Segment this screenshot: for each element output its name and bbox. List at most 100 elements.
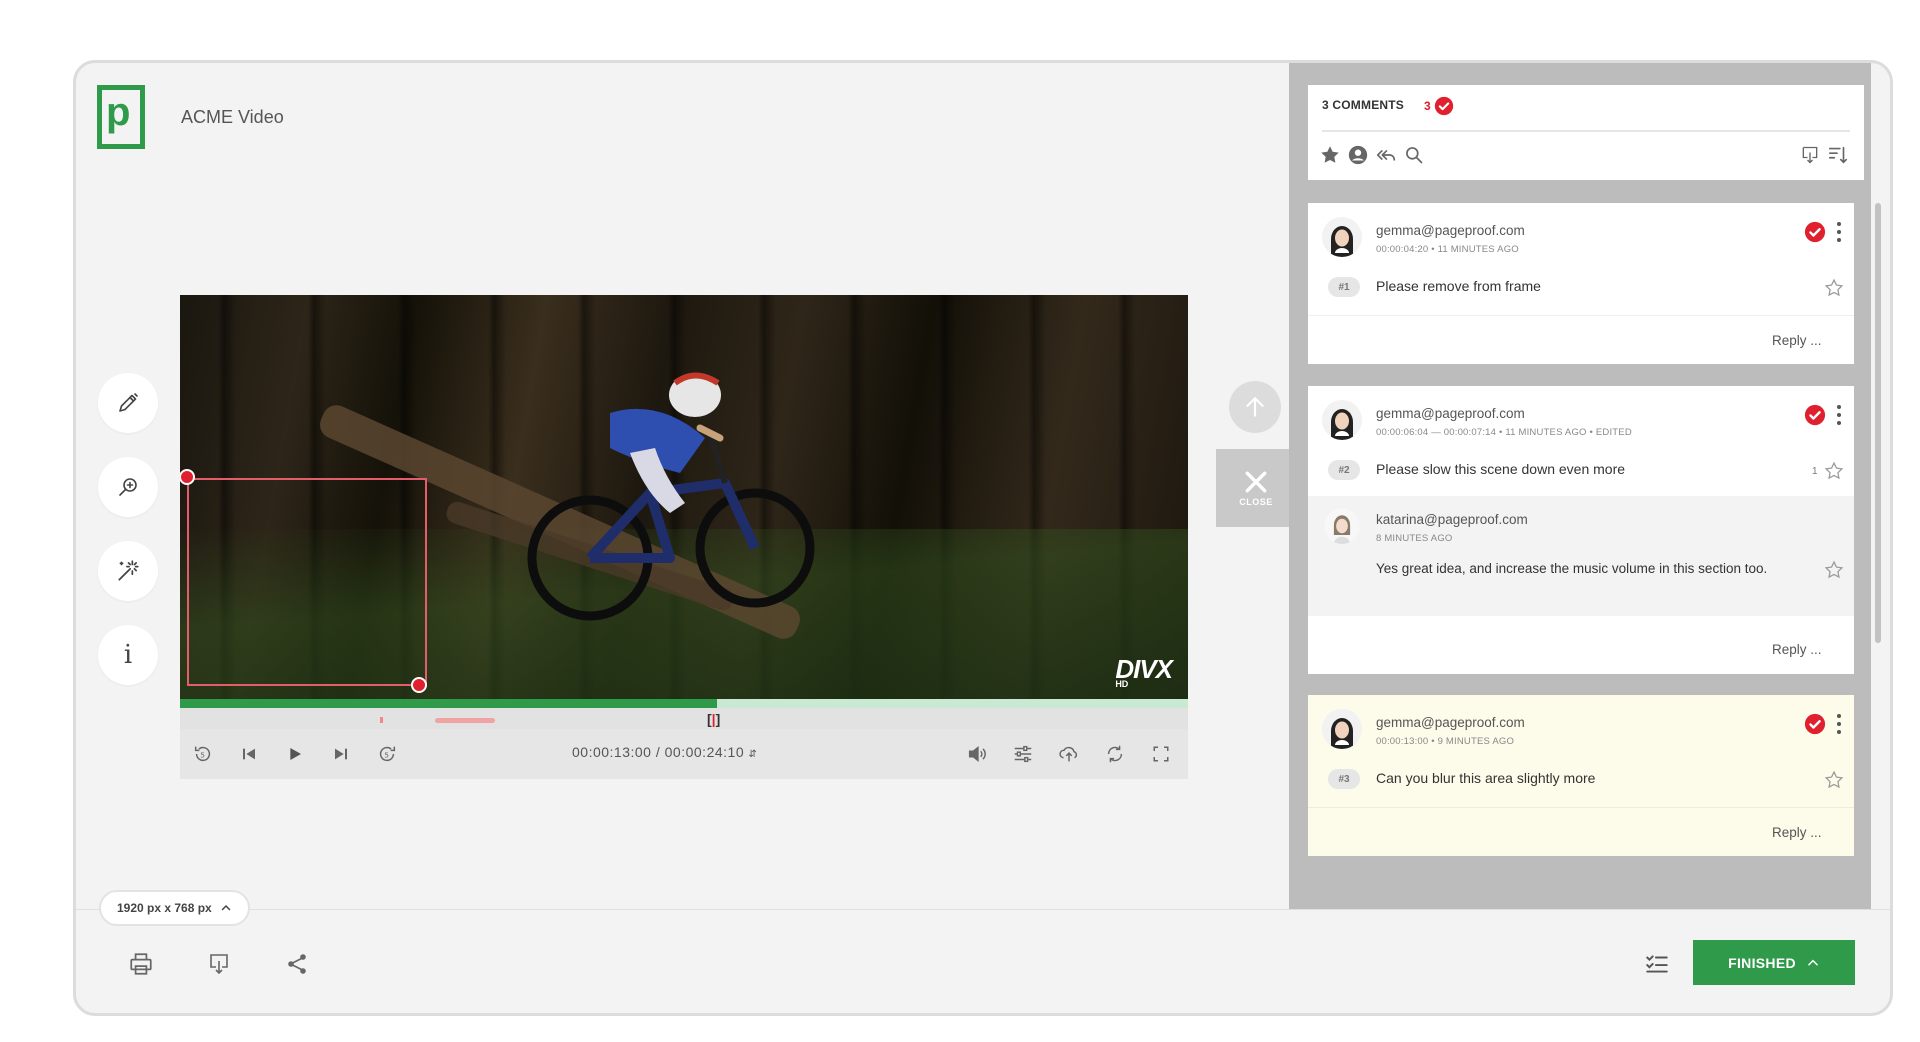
comment-card[interactable]: gemma@pageproof.com 00:00:04:20 • 11 MIN… — [1308, 203, 1854, 364]
upload-icon — [1059, 746, 1078, 762]
comment-card[interactable]: gemma@pageproof.com 00:00:13:00 • 9 MINU… — [1308, 695, 1854, 856]
card-divider — [1308, 315, 1854, 316]
pen-tool-button[interactable] — [98, 373, 158, 433]
reply-all-icon — [1376, 149, 1396, 161]
finished-label: FINISHED — [1728, 954, 1796, 971]
todo-list-button[interactable] — [1642, 949, 1672, 979]
star-outline-icon[interactable] — [1824, 770, 1844, 790]
comments-scrollbar[interactable] — [1875, 203, 1881, 643]
download-button[interactable] — [204, 949, 234, 979]
filter-user-button[interactable] — [1346, 143, 1370, 167]
rewind-5-button[interactable]: 5 — [190, 741, 216, 767]
comment-author[interactable]: gemma@pageproof.com — [1376, 406, 1525, 421]
svg-text:5: 5 — [200, 751, 205, 760]
zoom-tool-button[interactable] — [98, 457, 158, 517]
loop-button[interactable] — [1102, 741, 1128, 767]
avatar — [1322, 400, 1362, 440]
reply-text: Yes great idea, and increase the music v… — [1376, 561, 1768, 576]
comment-menu-icon[interactable] — [1836, 405, 1842, 425]
selection-handle-bottom-right[interactable] — [411, 677, 427, 693]
magic-wand-button[interactable] — [98, 541, 158, 601]
timecode-display[interactable]: 00:00:13:00 / 00:00:24:10 ⇵ — [572, 744, 757, 760]
in-out-bracket-icon[interactable]: [|] — [707, 711, 720, 727]
filter-starred-button[interactable] — [1318, 143, 1342, 167]
avatar-woman-icon — [1322, 709, 1362, 749]
comment-number: #3 — [1328, 769, 1360, 789]
chevron-up-icon — [1808, 959, 1818, 966]
resolved-check-icon[interactable] — [1804, 713, 1826, 735]
page-size-selector[interactable]: 1920 px x 768 px — [99, 890, 250, 926]
magic-wand-icon — [118, 560, 139, 581]
info-button[interactable]: i — [98, 625, 158, 685]
download-icon — [1802, 146, 1818, 164]
share-icon — [288, 954, 306, 974]
arrow-up-icon — [1246, 396, 1264, 417]
download-comments-button[interactable] — [1798, 143, 1822, 167]
volume-icon — [968, 746, 986, 762]
timecode-format-toggle-icon[interactable]: ⇵ — [749, 749, 758, 760]
comment-meta: 00:00:06:04 — 00:00:07:14 • 11 MINUTES A… — [1376, 427, 1632, 438]
card-divider — [1308, 807, 1854, 808]
comment-marker[interactable] — [380, 717, 383, 723]
star-outline-icon[interactable] — [1824, 278, 1844, 298]
resolved-count: 3 — [1424, 99, 1431, 113]
upload-button[interactable] — [1056, 741, 1082, 767]
checklist-icon — [1646, 955, 1668, 973]
play-button[interactable] — [282, 741, 308, 767]
volume-button[interactable] — [964, 741, 990, 767]
page-size-label: 1920 px x 768 px — [117, 901, 212, 915]
sort-comments-button[interactable] — [1826, 143, 1850, 167]
timecode-current: 00:00:13:00 — [572, 744, 652, 760]
comment-meta: 00:00:04:20 • 11 MINUTES AGO — [1376, 244, 1519, 255]
resolved-check-icon[interactable] — [1804, 221, 1826, 243]
app-title: ACME Video — [181, 107, 284, 127]
tool-column: i — [98, 373, 158, 709]
pageproof-logo[interactable]: p — [97, 85, 145, 149]
comment-author[interactable]: gemma@pageproof.com — [1376, 715, 1525, 730]
skip-forward-button[interactable] — [328, 741, 354, 767]
download-icon — [210, 954, 228, 975]
share-button[interactable] — [282, 949, 312, 979]
chevron-up-icon — [221, 904, 230, 911]
annotation-selection-box[interactable] — [187, 478, 427, 686]
forward-5-button[interactable]: 5 — [374, 741, 400, 767]
star-icon — [1321, 146, 1339, 163]
divx-logo: DIVX HD — [1115, 654, 1173, 689]
comment-menu-icon[interactable] — [1836, 222, 1842, 242]
avatar-woman-icon — [1322, 400, 1362, 440]
previous-comment-button[interactable] — [1229, 381, 1281, 433]
resolved-count-badge[interactable]: 3 — [1424, 96, 1454, 116]
player-controls: 5 5 00:00:13:00 / 00:00:24:10 ⇵ — [180, 729, 1188, 779]
fullscreen-button[interactable] — [1148, 741, 1174, 767]
reply-link[interactable]: Reply ... — [1772, 333, 1822, 348]
print-button[interactable] — [126, 949, 156, 979]
skip-back-icon — [243, 748, 255, 760]
finished-button[interactable]: FINISHED — [1693, 940, 1855, 985]
comment-text: Please remove from frame — [1376, 278, 1541, 294]
comment-text: Please slow this scene down even more — [1376, 461, 1626, 477]
search-comments-button[interactable] — [1402, 143, 1426, 167]
video-frame[interactable]: DIVX HD — [180, 295, 1188, 699]
close-panel-button[interactable]: CLOSE — [1216, 449, 1296, 527]
rewind-5-icon: 5 — [194, 746, 211, 762]
comment-menu-icon[interactable] — [1836, 714, 1842, 734]
resolved-check-icon[interactable] — [1804, 404, 1826, 426]
comments-count: 3 COMMENTS — [1322, 98, 1405, 112]
reply-link[interactable]: Reply ... — [1772, 825, 1822, 840]
progress-fill — [180, 699, 718, 708]
reply-author[interactable]: katarina@pageproof.com — [1376, 512, 1528, 527]
reply-link[interactable]: Reply ... — [1772, 642, 1822, 657]
comment-range-marker[interactable] — [435, 718, 495, 723]
settings-button[interactable] — [1010, 741, 1036, 767]
skip-back-button[interactable] — [236, 741, 262, 767]
check-circle-icon — [1434, 96, 1453, 116]
star-outline-icon[interactable] — [1824, 560, 1844, 580]
timeline[interactable]: [|] — [180, 699, 1188, 729]
comment-card[interactable]: gemma@pageproof.com 00:00:06:04 — 00:00:… — [1308, 386, 1854, 674]
star-outline-icon[interactable] — [1824, 461, 1844, 481]
progress-track[interactable] — [180, 699, 1188, 708]
skip-forward-icon — [335, 748, 347, 760]
comment-text: Can you blur this area slightly more — [1376, 770, 1596, 786]
filter-replies-button[interactable] — [1374, 143, 1398, 167]
comment-author[interactable]: gemma@pageproof.com — [1376, 223, 1525, 238]
